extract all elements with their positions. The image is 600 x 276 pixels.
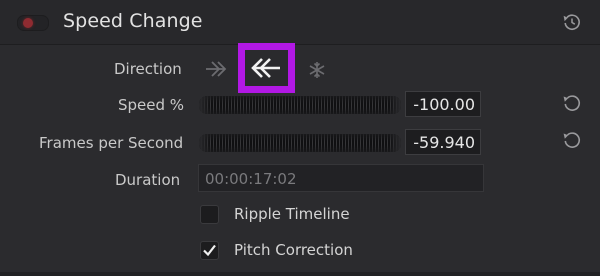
pitch-correction-checkbox[interactable] [200, 241, 219, 260]
speed-change-enable-toggle[interactable] [17, 15, 49, 31]
panel-bottom-divider [0, 272, 600, 276]
speed-value-field[interactable]: -100.00 [405, 91, 481, 117]
reset-all-icon[interactable] [561, 11, 583, 33]
ripple-timeline-label: Ripple Timeline [234, 205, 350, 223]
pitch-correction-label: Pitch Correction [234, 241, 353, 259]
checkmark-icon [203, 244, 216, 257]
panel-title: Speed Change [63, 10, 203, 32]
ripple-timeline-checkbox[interactable] [200, 205, 219, 224]
speed-label: Speed % [118, 96, 185, 114]
duration-label: Duration [115, 171, 181, 189]
toggle-indicator [23, 18, 33, 28]
duration-field[interactable]: 00:00:17:02 [198, 164, 484, 192]
panel-header: Speed Change [0, 0, 600, 45]
direction-reverse-button[interactable] [238, 43, 295, 93]
fps-value-field[interactable]: -59.940 [405, 129, 481, 155]
fps-reset-icon[interactable] [561, 129, 583, 151]
direction-label: Direction [114, 60, 182, 78]
direction-freeze-button[interactable] [305, 58, 329, 82]
speed-slider[interactable] [199, 96, 401, 114]
direction-forward-button[interactable] [202, 58, 230, 80]
speed-reset-icon[interactable] [561, 92, 583, 114]
fps-label: Frames per Second [39, 134, 184, 152]
forward-double-arrow-icon [206, 61, 227, 77]
fps-slider[interactable] [199, 134, 401, 152]
freeze-frame-snowflake-icon [309, 62, 325, 78]
reverse-double-arrow-icon [251, 58, 280, 78]
